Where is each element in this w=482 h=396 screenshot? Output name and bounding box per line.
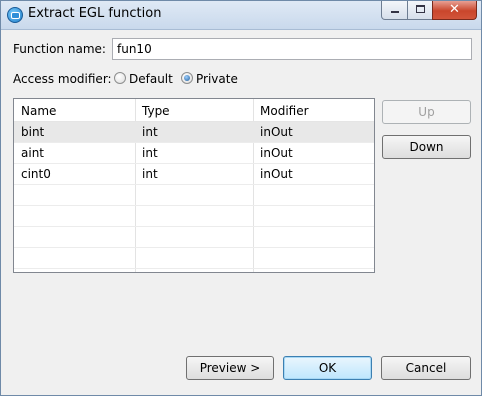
minimize-icon	[391, 11, 399, 13]
preview-button[interactable]: Preview >	[186, 356, 274, 380]
column-header-type[interactable]: Type	[135, 99, 253, 121]
cell-modifier: inOut	[260, 167, 293, 181]
cell-name: cint0	[21, 167, 51, 181]
cell-type: int	[142, 167, 158, 181]
table-row[interactable]: aint int inOut	[14, 143, 374, 164]
cancel-button[interactable]: Cancel	[381, 356, 471, 380]
maximize-button[interactable]	[407, 1, 433, 20]
cell-type: int	[142, 146, 158, 160]
empty-row	[14, 227, 374, 248]
title-bar[interactable]: Extract EGL function ✕	[1, 1, 481, 30]
column-header-modifier[interactable]: Modifier	[253, 99, 374, 121]
radio-default-label[interactable]: Default	[129, 72, 173, 86]
function-name-input[interactable]	[112, 38, 472, 60]
cell-name: bint	[21, 125, 45, 139]
cell-name: aint	[21, 146, 44, 160]
window-title: Extract EGL function	[28, 6, 162, 21]
radio-default[interactable]	[114, 72, 126, 84]
up-button[interactable]: Up	[382, 100, 471, 124]
dialog-window: Extract EGL function ✕ Function name: Ac…	[0, 0, 482, 396]
close-icon: ✕	[449, 2, 460, 17]
cell-modifier: inOut	[260, 125, 293, 139]
empty-row	[14, 206, 374, 227]
empty-row	[14, 248, 374, 269]
radio-private-label[interactable]: Private	[196, 72, 238, 86]
egl-app-icon	[7, 7, 23, 23]
table-header: Name Type Modifier	[14, 99, 374, 122]
down-button[interactable]: Down	[382, 135, 471, 159]
access-modifier-label: Access modifier:	[13, 72, 112, 86]
parameters-table: Name Type Modifier bint int inOut aint i…	[13, 98, 375, 273]
cell-modifier: inOut	[260, 146, 293, 160]
table-row[interactable]: cint0 int inOut	[14, 164, 374, 185]
close-button[interactable]: ✕	[432, 1, 477, 20]
maximize-icon	[416, 5, 425, 13]
ok-button[interactable]: OK	[283, 356, 372, 380]
function-name-label: Function name:	[13, 42, 106, 56]
table-row[interactable]: bint int inOut	[14, 122, 374, 143]
column-header-name[interactable]: Name	[14, 99, 135, 121]
radio-private[interactable]	[181, 72, 193, 84]
cell-type: int	[142, 125, 158, 139]
minimize-button[interactable]	[381, 1, 408, 20]
empty-row	[14, 185, 374, 206]
